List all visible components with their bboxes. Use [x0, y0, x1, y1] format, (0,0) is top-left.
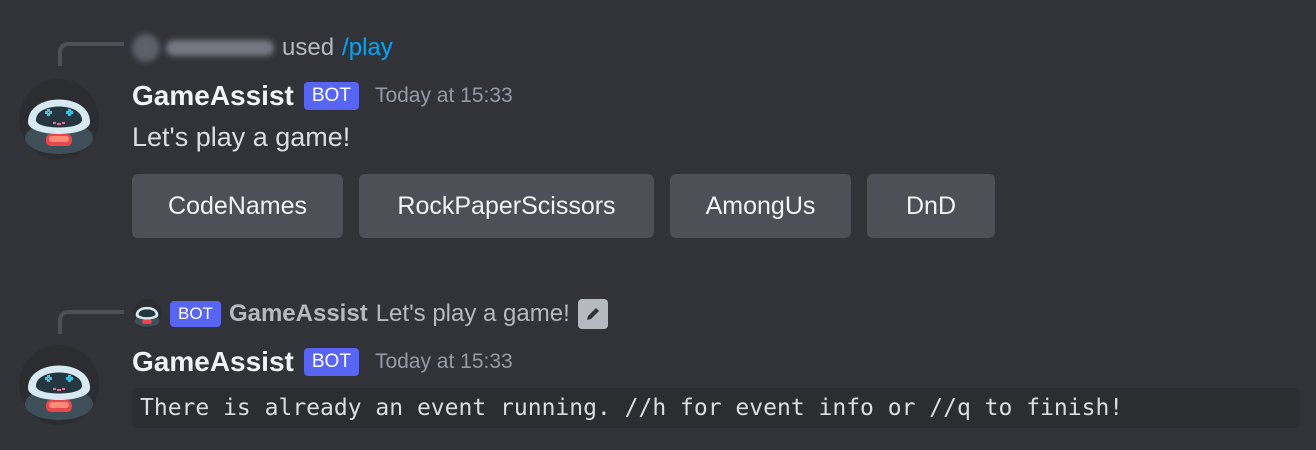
author-name[interactable]: GameAssist — [132, 346, 294, 378]
message-1: used /play GameAssist BOT Today at 15:33… — [0, 0, 1316, 250]
reply-context[interactable]: used /play — [132, 32, 393, 64]
author-name[interactable]: GameAssist — [132, 80, 294, 112]
message-header: GameAssist BOT Today at 15:33 — [132, 76, 513, 116]
dnd-button[interactable]: DnD — [867, 174, 995, 238]
reply-author-name[interactable]: GameAssist — [229, 300, 368, 328]
timestamp[interactable]: Today at 15:33 — [375, 350, 513, 374]
redacted-user — [132, 34, 274, 62]
amongus-button[interactable]: AmongUs — [670, 174, 851, 238]
reply-connector — [58, 42, 124, 66]
timestamp[interactable]: Today at 15:33 — [375, 84, 513, 108]
redacted-username — [166, 40, 274, 56]
robot-avatar-icon[interactable] — [18, 344, 100, 426]
robot-avatar-icon[interactable] — [18, 78, 100, 160]
reply-connector — [58, 310, 124, 334]
game-buttons: CodeNames RockPaperScissors AmongUs DnD — [132, 174, 995, 238]
inline-code-message: There is already an event running. //h f… — [132, 388, 1300, 428]
bot-badge: BOT — [170, 301, 221, 327]
codenames-button[interactable]: CodeNames — [132, 174, 343, 238]
message-header: GameAssist BOT Today at 15:33 — [132, 342, 513, 382]
message-text: Let's play a game! — [132, 122, 351, 152]
redacted-avatar — [132, 34, 160, 62]
rockpaperscissors-button[interactable]: RockPaperScissors — [359, 174, 654, 238]
slash-command-link[interactable]: /play — [342, 34, 393, 62]
reply-context[interactable]: BOT GameAssist Let's play a game! — [132, 298, 608, 330]
pencil-icon — [577, 299, 608, 329]
message-2: BOT GameAssist Let's play a game! GameAs… — [0, 290, 1316, 450]
robot-avatar-icon — [132, 299, 162, 329]
bot-badge: BOT — [303, 348, 359, 376]
reply-preview-text: Let's play a game! — [375, 300, 570, 327]
bot-badge: BOT — [303, 82, 359, 110]
reply-action-text: used — [282, 34, 335, 61]
